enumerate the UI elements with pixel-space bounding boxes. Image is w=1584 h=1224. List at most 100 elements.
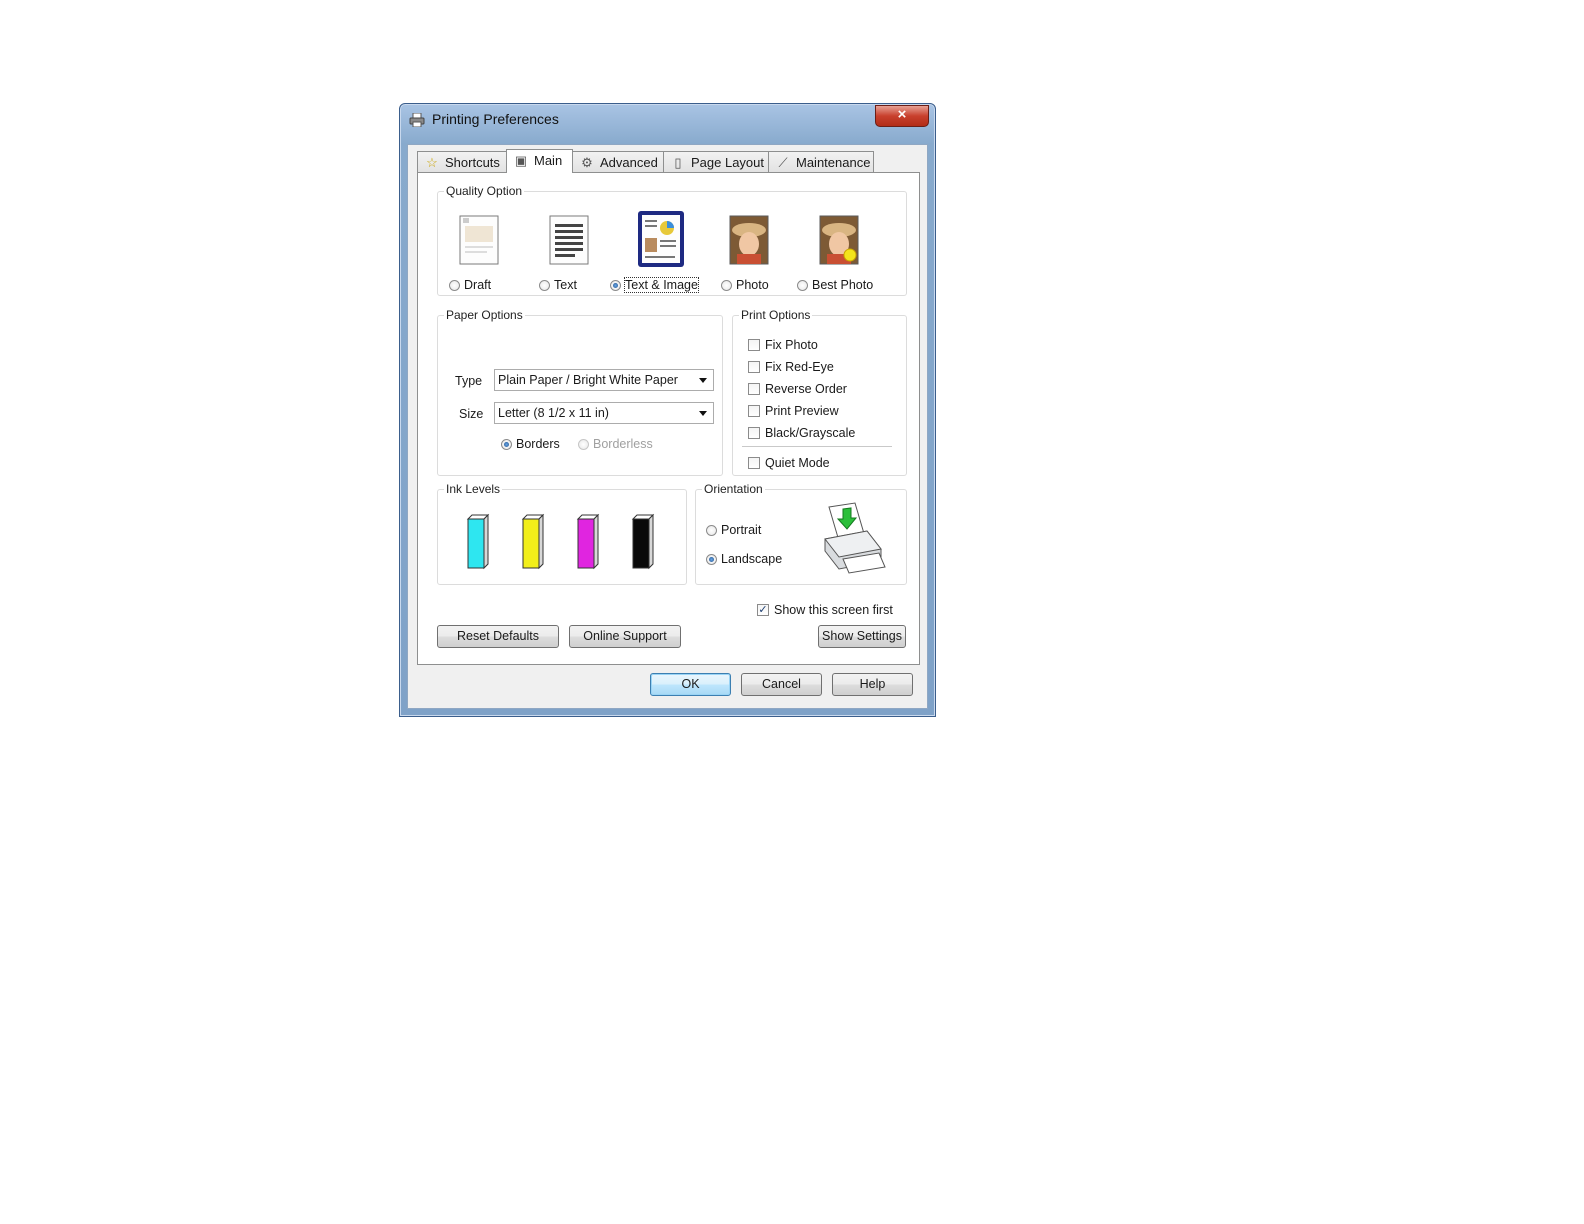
magenta-ink-cartridge	[576, 513, 600, 570]
size-label: Size	[459, 407, 484, 421]
quality-text-radio[interactable]: Text	[539, 278, 577, 292]
radio-indicator	[721, 279, 732, 291]
printing-preferences-window: Printing Preferences × ☆ Shortcuts ▣ Main …	[399, 103, 936, 717]
star-icon: ☆	[426, 155, 438, 170]
reverse-order-checkbox[interactable]: Reverse Order	[748, 382, 847, 396]
window-title: Printing Preferences	[432, 111, 559, 127]
wrench-icon: ⟋	[778, 155, 788, 170]
cancel-button[interactable]: Cancel	[741, 673, 822, 696]
checkbox-box	[748, 457, 760, 469]
radio-label: Text & Image	[624, 277, 699, 293]
cyan-ink-cartridge	[466, 513, 490, 570]
print-options-legend: Print Options	[741, 308, 811, 322]
quality-option-group: Quality Option Draft Text Text & Image P…	[437, 184, 907, 296]
paper-options-group: Paper Options Type Plain Paper / Bright …	[437, 308, 723, 476]
title-bar[interactable]: Printing Preferences ×	[400, 104, 935, 134]
chevron-down-icon	[699, 411, 707, 416]
ink-fill	[522, 518, 540, 569]
print-preview-checkbox[interactable]: Print Preview	[748, 404, 839, 418]
tab-page-layout[interactable]: ▯ Page Layout	[663, 151, 769, 172]
online-support-button[interactable]: Online Support	[569, 625, 681, 648]
divider	[742, 446, 892, 447]
reset-defaults-button[interactable]: Reset Defaults	[437, 625, 559, 648]
tab-advanced[interactable]: ⚙ Advanced	[572, 151, 664, 172]
chevron-down-icon	[699, 378, 707, 383]
paper-type-select[interactable]: Plain Paper / Bright White Paper	[494, 369, 714, 391]
paper-size-select[interactable]: Letter (8 1/2 x 11 in)	[494, 402, 714, 424]
ink-levels-legend: Ink Levels	[446, 482, 501, 496]
checkbox-label: Quiet Mode	[765, 456, 830, 470]
radio-indicator	[449, 279, 460, 291]
tab-label: Shortcuts	[445, 155, 500, 170]
print-options-group: Print Options Fix Photo Fix Red-Eye Reve…	[732, 308, 907, 476]
fix-photo-checkbox[interactable]: Fix Photo	[748, 338, 818, 352]
text-quality-icon[interactable]	[547, 214, 591, 266]
tab-label: Main	[534, 153, 563, 168]
radio-indicator	[797, 279, 808, 291]
best-photo-quality-icon[interactable]	[817, 214, 861, 266]
quality-draft-radio[interactable]: Draft	[449, 278, 491, 292]
quality-text-image-radio[interactable]: Text & Image	[610, 277, 699, 293]
quality-best-photo-radio[interactable]: Best Photo	[797, 278, 873, 292]
paper-options-legend: Paper Options	[446, 308, 523, 322]
close-button[interactable]: ×	[875, 105, 929, 127]
checkbox-label: Black/Grayscale	[765, 426, 856, 440]
orientation-legend: Orientation	[704, 482, 763, 496]
radio-label: Landscape	[721, 552, 783, 566]
borderless-radio: Borderless	[578, 437, 653, 451]
radio-label: Draft	[464, 278, 492, 292]
ink-fill	[577, 518, 595, 569]
radio-label: Portrait	[721, 523, 762, 537]
ok-button[interactable]: OK	[650, 673, 731, 696]
checkbox-label: Print Preview	[765, 404, 839, 418]
tab-label: Maintenance	[796, 155, 871, 170]
black-ink-cartridge	[631, 513, 655, 570]
printer-icon: ▣	[514, 153, 528, 168]
main-tab-page: Quality Option Draft Text Text & Image P…	[417, 172, 920, 665]
radio-label: Borders	[516, 437, 560, 451]
gears-icon: ⚙	[581, 155, 593, 170]
ink-fill	[467, 518, 485, 569]
checkbox-box	[748, 361, 760, 373]
radio-indicator	[706, 524, 717, 536]
paper-type-value: Plain Paper / Bright White Paper	[498, 373, 678, 387]
fix-red-eye-checkbox[interactable]: Fix Red-Eye	[748, 360, 834, 374]
help-button[interactable]: Help	[832, 673, 913, 696]
page-icon: ▯	[674, 155, 682, 170]
radio-label: Photo	[736, 278, 769, 292]
type-label: Type	[455, 374, 483, 388]
tab-main[interactable]: ▣ Main	[506, 149, 573, 173]
radio-label: Text	[554, 278, 577, 292]
tab-maintenance[interactable]: ⟋ Maintenance	[768, 151, 874, 172]
paper-size-value: Letter (8 1/2 x 11 in)	[498, 406, 609, 420]
tab-label: Advanced	[600, 155, 658, 170]
show-screen-first-checkbox[interactable]: ✓ Show this screen first	[757, 603, 893, 617]
checkbox-box	[748, 383, 760, 395]
radio-indicator	[501, 438, 512, 450]
orientation-group: Orientation Portrait Landscape	[695, 482, 907, 585]
tab-shortcuts[interactable]: ☆ Shortcuts	[417, 151, 507, 172]
radio-indicator	[578, 438, 589, 450]
radio-indicator	[610, 279, 621, 291]
borders-radio[interactable]: Borders	[501, 437, 560, 451]
checkbox-box	[748, 427, 760, 439]
show-settings-button[interactable]: Show Settings	[818, 625, 906, 648]
ink-fill	[632, 518, 650, 569]
tab-label: Page Layout	[691, 155, 765, 170]
radio-label: Best Photo	[812, 278, 874, 292]
checkbox-label: Reverse Order	[765, 382, 847, 396]
portrait-radio[interactable]: Portrait	[706, 523, 761, 537]
yellow-ink-cartridge	[521, 513, 545, 570]
checkbox-label: Show this screen first	[774, 603, 893, 617]
quiet-mode-checkbox[interactable]: Quiet Mode	[748, 456, 830, 470]
photo-quality-icon[interactable]	[727, 214, 771, 266]
black-grayscale-checkbox[interactable]: Black/Grayscale	[748, 426, 855, 440]
quality-photo-radio[interactable]: Photo	[721, 278, 769, 292]
radio-indicator	[539, 279, 550, 291]
draft-quality-icon[interactable]	[457, 214, 501, 266]
radio-indicator	[706, 553, 717, 565]
checkbox-box: ✓	[757, 604, 769, 616]
text-and-image-quality-icon[interactable]	[637, 210, 685, 268]
landscape-radio[interactable]: Landscape	[706, 552, 782, 566]
radio-label: Borderless	[593, 437, 653, 451]
